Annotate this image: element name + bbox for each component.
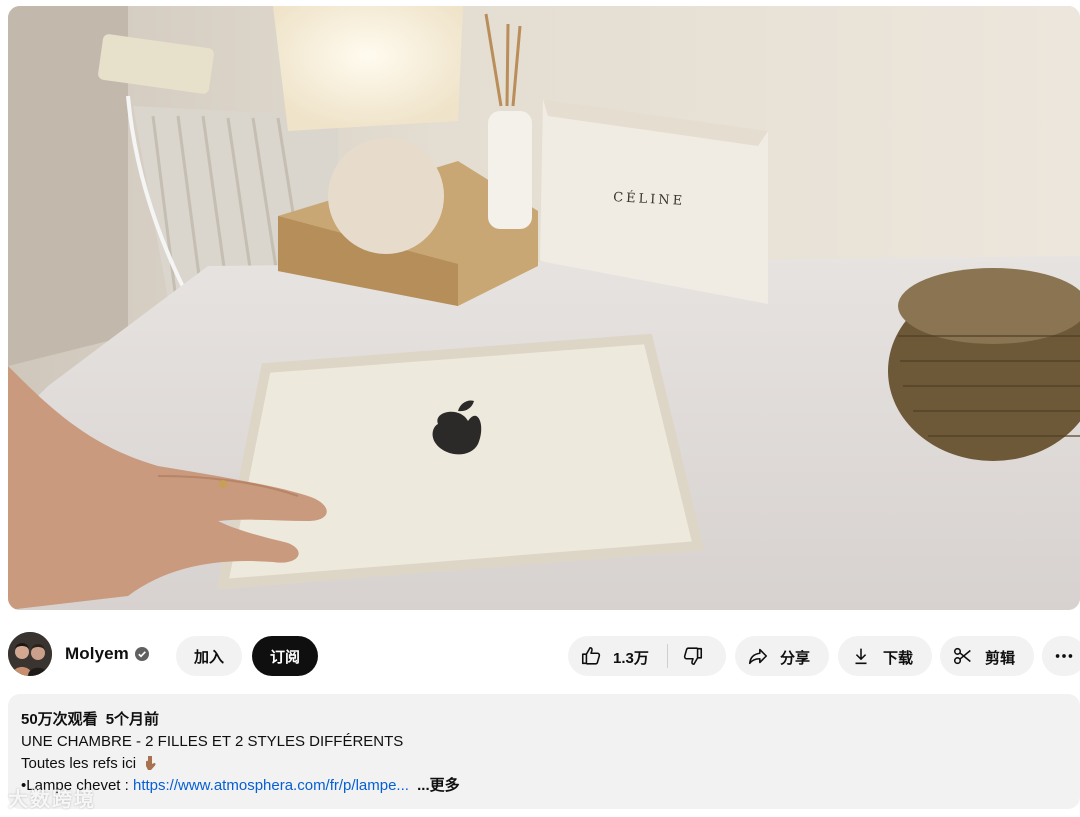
upload-time: 5个月前	[105, 711, 160, 728]
subscribe-label: 订阅	[269, 648, 300, 666]
video-frame: CÉLINE	[8, 6, 1080, 610]
more-actions-button[interactable]	[1042, 636, 1080, 676]
watermark-logo: 大数跨境	[8, 789, 96, 811]
description-box[interactable]: 50万次观看 5个月前 UNE CHAMBRE - 2 FILLES ET 2 S…	[8, 694, 1080, 809]
channel-avatar[interactable]	[8, 632, 52, 676]
join-button[interactable]: 加入	[176, 636, 242, 676]
channel-name[interactable]: Molyem	[65, 644, 129, 664]
lamp-link[interactable]: https://www.atmosphera.com/fr/p/lampe...	[133, 777, 409, 794]
download-label: 下载	[883, 650, 914, 667]
subscribe-button[interactable]: 订阅	[252, 636, 318, 676]
share-label: 分享	[780, 650, 811, 667]
dislike-button[interactable]	[668, 636, 726, 676]
like-count: 1.3万	[613, 650, 649, 667]
share-button[interactable]: 分享	[735, 636, 829, 676]
video-stats: 50万次观看 5个月前	[21, 709, 1067, 731]
description-more-button[interactable]: ...更多	[417, 777, 460, 794]
like-button[interactable]: 1.3万	[568, 636, 666, 676]
download-button[interactable]: 下载	[838, 636, 932, 676]
view-count: 50万次观看	[21, 711, 98, 728]
like-icon	[581, 646, 601, 665]
download-icon	[855, 648, 867, 665]
scissors-icon	[953, 647, 971, 665]
share-icon	[748, 648, 768, 665]
video-meta-row: Molyem 加入 订阅 1.3万 分享 下载 剪辑	[8, 632, 1080, 680]
verified-icon	[135, 647, 149, 661]
video-player[interactable]: CÉLINE	[8, 6, 1080, 610]
dislike-icon	[683, 647, 703, 666]
description-line-lamp: •Lampe chevet : https://www.atmosphera.c…	[21, 775, 1067, 797]
clip-button[interactable]: 剪辑	[940, 636, 1034, 676]
description-line-title: UNE CHAMBRE - 2 FILLES ET 2 STYLES DIFFÉ…	[21, 733, 404, 750]
description-line-refs: Toutes les refs ici	[21, 753, 1067, 775]
like-dislike-group: 1.3万	[568, 636, 726, 676]
join-label: 加入	[193, 648, 224, 666]
more-horizontal-icon	[1055, 654, 1073, 658]
clip-label: 剪辑	[985, 650, 1016, 667]
refs-text: Toutes les refs ici	[21, 755, 137, 772]
pointing-down-emoji-icon	[146, 756, 156, 770]
avatar-image	[8, 632, 52, 676]
